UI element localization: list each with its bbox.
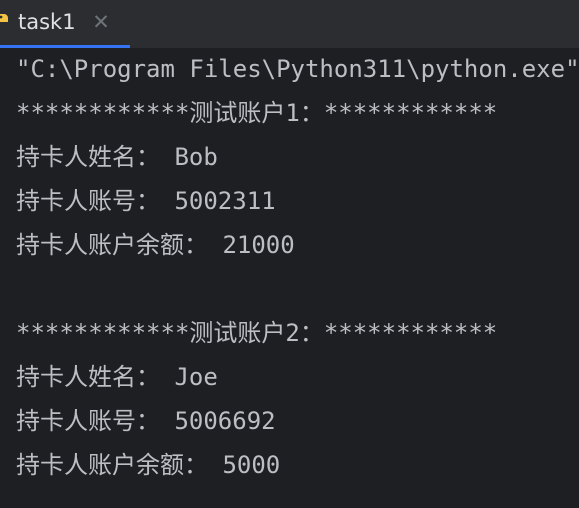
console-line-header-2: ************测试账户2：************ bbox=[16, 319, 498, 347]
console-line-balance-1: 持卡人账户余额： 21000 bbox=[16, 231, 295, 259]
console-line-name-1: 持卡人姓名： Bob bbox=[16, 143, 218, 171]
console-line-header-1: ************测试账户1：************ bbox=[16, 99, 498, 127]
console-line-account-2: 持卡人账号： 5006692 bbox=[16, 407, 276, 435]
close-icon[interactable]: ✕ bbox=[91, 9, 111, 35]
console-line-account-1: 持卡人账号： 5002311 bbox=[16, 187, 276, 215]
editor-tab-bar: task1 ✕ bbox=[0, 0, 579, 48]
tab-task1[interactable]: task1 ✕ bbox=[0, 0, 130, 48]
console-line-name-2: 持卡人姓名： Joe bbox=[16, 363, 218, 391]
console-line-command: "C:\Program Files\Python311\python.exe" bbox=[16, 55, 579, 83]
python-file-icon bbox=[0, 12, 10, 32]
tab-label: task1 bbox=[18, 10, 76, 34]
run-console-output[interactable]: "C:\Program Files\Python311\python.exe" … bbox=[0, 49, 579, 508]
console-line-balance-2: 持卡人账户余额： 5000 bbox=[16, 451, 281, 479]
